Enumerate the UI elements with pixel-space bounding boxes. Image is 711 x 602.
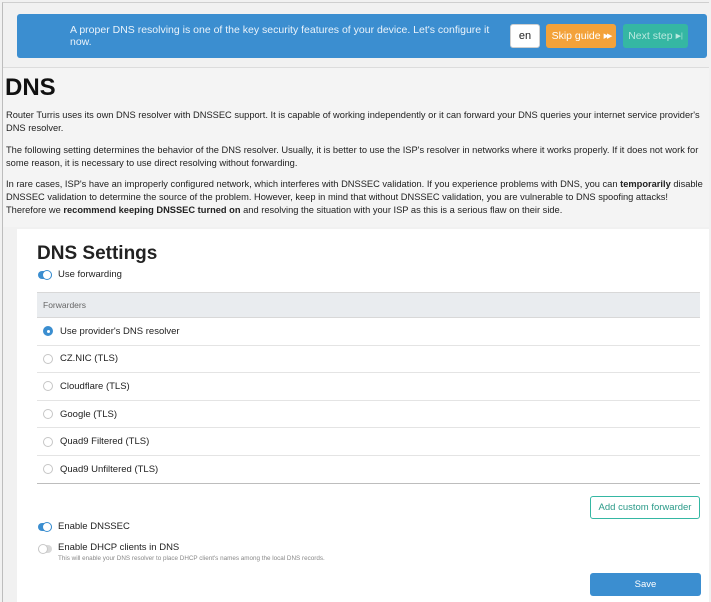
guide-banner-text: A proper DNS resolving is one of the key… — [70, 24, 490, 48]
intro-paragraph-2: The following setting determines the beh… — [6, 145, 699, 168]
next-step-button[interactable]: Next step ▶| — [623, 24, 688, 48]
forwarder-option[interactable]: Quad9 Filtered (TLS) — [37, 428, 700, 456]
radio-button[interactable] — [43, 353, 53, 364]
enable-dnssec-label: Enable DNSSEC — [58, 521, 130, 532]
forwarder-label: Quad9 Filtered (TLS) — [60, 436, 150, 448]
page: A proper DNS resolving is one of the key… — [2, 2, 709, 602]
p3-text-3: and resolving the situation with your IS… — [240, 205, 563, 215]
intro-paragraph-3: In rare cases, ISP's have an improperly … — [6, 178, 706, 217]
p3-bold-recommend: recommend keeping DNSSEC turned on — [63, 205, 241, 215]
radio-button[interactable] — [43, 326, 53, 337]
radio-button[interactable] — [43, 464, 53, 475]
skip-guide-button[interactable]: Skip guide ▶▶ — [546, 24, 616, 48]
fast-forward-icon: ▶▶ — [603, 33, 613, 40]
dhcp-clients-description: This will enable your DNS resolver to pl… — [58, 555, 325, 562]
radio-button[interactable] — [43, 409, 53, 420]
radio-button[interactable] — [43, 381, 53, 392]
enable-dnssec-toggle[interactable] — [38, 522, 52, 532]
add-custom-forwarder-button[interactable]: Add custom forwarder — [590, 496, 700, 519]
forwarder-option[interactable]: Quad9 Unfiltered (TLS) — [37, 456, 700, 484]
forwarder-option[interactable]: Cloudflare (TLS) — [37, 373, 700, 401]
dns-settings-title: DNS Settings — [37, 243, 158, 264]
use-forwarding-label: Use forwarding — [58, 269, 122, 280]
forwarder-label: Google (TLS) — [60, 408, 118, 420]
guide-banner: A proper DNS resolving is one of the key… — [17, 14, 707, 58]
forwarder-label: Cloudflare (TLS) — [60, 380, 130, 392]
next-step-label: Next step — [628, 30, 673, 42]
dhcp-clients-label: Enable DHCP clients in DNS — [58, 542, 180, 553]
forwarder-label: Use provider's DNS resolver — [60, 325, 180, 337]
page-title: DNS — [5, 74, 56, 101]
dhcp-clients-toggle[interactable] — [38, 544, 52, 554]
use-forwarding-toggle[interactable] — [38, 270, 52, 280]
forwarders-list: Forwarders Use provider's DNS resolver C… — [37, 292, 700, 484]
skip-guide-label: Skip guide — [551, 30, 601, 42]
language-button[interactable]: en — [510, 24, 540, 48]
forwarder-option[interactable]: CZ.NIC (TLS) — [37, 346, 700, 374]
forwarder-option[interactable]: Google (TLS) — [37, 401, 700, 429]
dns-settings-card: DNS Settings Use forwarding Forwarders U… — [17, 229, 709, 602]
p3-bold-temporarily: temporarily — [620, 179, 671, 189]
forwarders-header: Forwarders — [37, 292, 700, 318]
intro-paragraph-1: Router Turris uses its own DNS resolver … — [6, 110, 700, 133]
intro-section: DNS Router Turris uses its own DNS resol… — [3, 67, 709, 227]
radio-button[interactable] — [43, 436, 53, 447]
save-button[interactable]: Save — [590, 573, 701, 596]
forwarder-label: Quad9 Unfiltered (TLS) — [60, 463, 159, 475]
skip-forward-icon: ▶| — [675, 33, 683, 40]
forwarder-label: CZ.NIC (TLS) — [60, 353, 119, 365]
p3-text-1: In rare cases, ISP's have an improperly … — [6, 179, 621, 189]
forwarder-option[interactable]: Use provider's DNS resolver — [37, 318, 700, 346]
